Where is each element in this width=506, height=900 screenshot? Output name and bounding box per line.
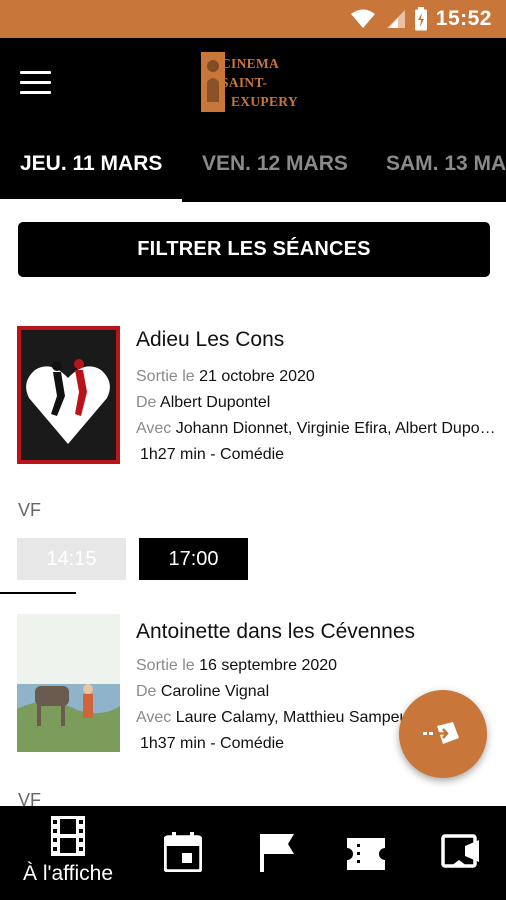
director-name: Albert Dupontel [160,394,271,411]
bottom-nav: À l'affiche [0,806,506,900]
nav-item-trailers[interactable] [438,806,484,900]
status-icons: 15:52 [350,0,492,38]
film-poster[interactable] [17,614,120,752]
cast-line: Avec Johann Dionnet, Virginie Efira, Alb… [136,420,496,438]
duration-genre: 1h27 min - Comédie [140,446,285,463]
tab-date[interactable]: VEN. 12 MARS [202,126,348,202]
logo-text: CINEMA SAINT- EXUPERY [221,54,313,111]
director-name: Caroline Vignal [160,683,270,700]
director-label: De [136,394,157,411]
wifi-icon [350,9,375,28]
logo-line: SAINT- [221,75,268,90]
release-label: Sortie le [136,657,195,674]
cinema-logo[interactable]: CINEMA SAINT- EXUPERY [201,52,311,112]
nav-label: À l'affiche [22,862,113,885]
film-title[interactable]: Adieu Les Cons [136,328,496,352]
status-bar: 15:52 [0,0,506,38]
cast-names: Johann Dionnet, Virginie Efira, Albert D… [175,420,496,437]
showtime-button[interactable]: 17:00 [139,538,248,580]
tab-date[interactable]: JEU. 11 MARS [20,126,162,202]
app-bar: CINEMA SAINT- EXUPERY [0,38,506,126]
release-line: Sortie le 21 octobre 2020 [136,368,496,386]
film-poster[interactable] [17,326,120,464]
section-divider [0,592,76,594]
nav-item-events[interactable] [254,806,300,900]
poster-image [17,614,120,752]
active-tab-indicator [0,199,182,202]
showtime-button[interactable]: 14:15 [17,538,126,580]
nav-item-now-showing[interactable]: À l'affiche [18,806,118,900]
video-camera-icon [441,834,479,868]
battery-charging-icon [414,7,427,31]
release-date: 16 septembre 2020 [199,657,338,674]
hamburger-menu-icon[interactable] [20,62,62,102]
date-tabs: JEU. 11 MARS VEN. 12 MARS SAM. 13 MARS [0,126,506,202]
flag-icon [260,834,294,872]
signal-icon [386,10,405,28]
logo-line: EXUPERY [231,94,298,109]
tab-date[interactable]: SAM. 13 MARS [386,126,506,202]
status-time: 15:52 [435,7,492,30]
film-title[interactable]: Antoinette dans les Cévennes [136,620,496,644]
ticket-icon [347,838,385,870]
ticket-arrow-icon[interactable] [399,690,487,778]
calendar-icon [164,832,202,872]
film-info: Adieu Les Cons Sortie le 21 octobre 2020… [136,328,496,464]
director-label: De [136,683,157,700]
release-label: Sortie le [136,368,195,385]
nav-item-calendar[interactable] [160,806,206,900]
cast-label: Avec [136,709,172,726]
release-date: 21 octobre 2020 [199,368,315,385]
cast-names: Laure Calamy, Matthieu Sampeur [175,709,414,726]
version-label: VF [18,500,42,520]
filter-sessions-button[interactable]: FILTRER LES SÉANCES [18,222,490,277]
director-line: De Albert Dupontel [136,394,496,412]
nav-item-tickets[interactable] [343,806,389,900]
cast-label: Avec [136,420,172,437]
poster-image [17,326,120,464]
release-line: Sortie le 16 septembre 2020 [136,657,496,675]
film-strip-icon [51,816,85,856]
logo-line: CINEMA [221,56,280,71]
